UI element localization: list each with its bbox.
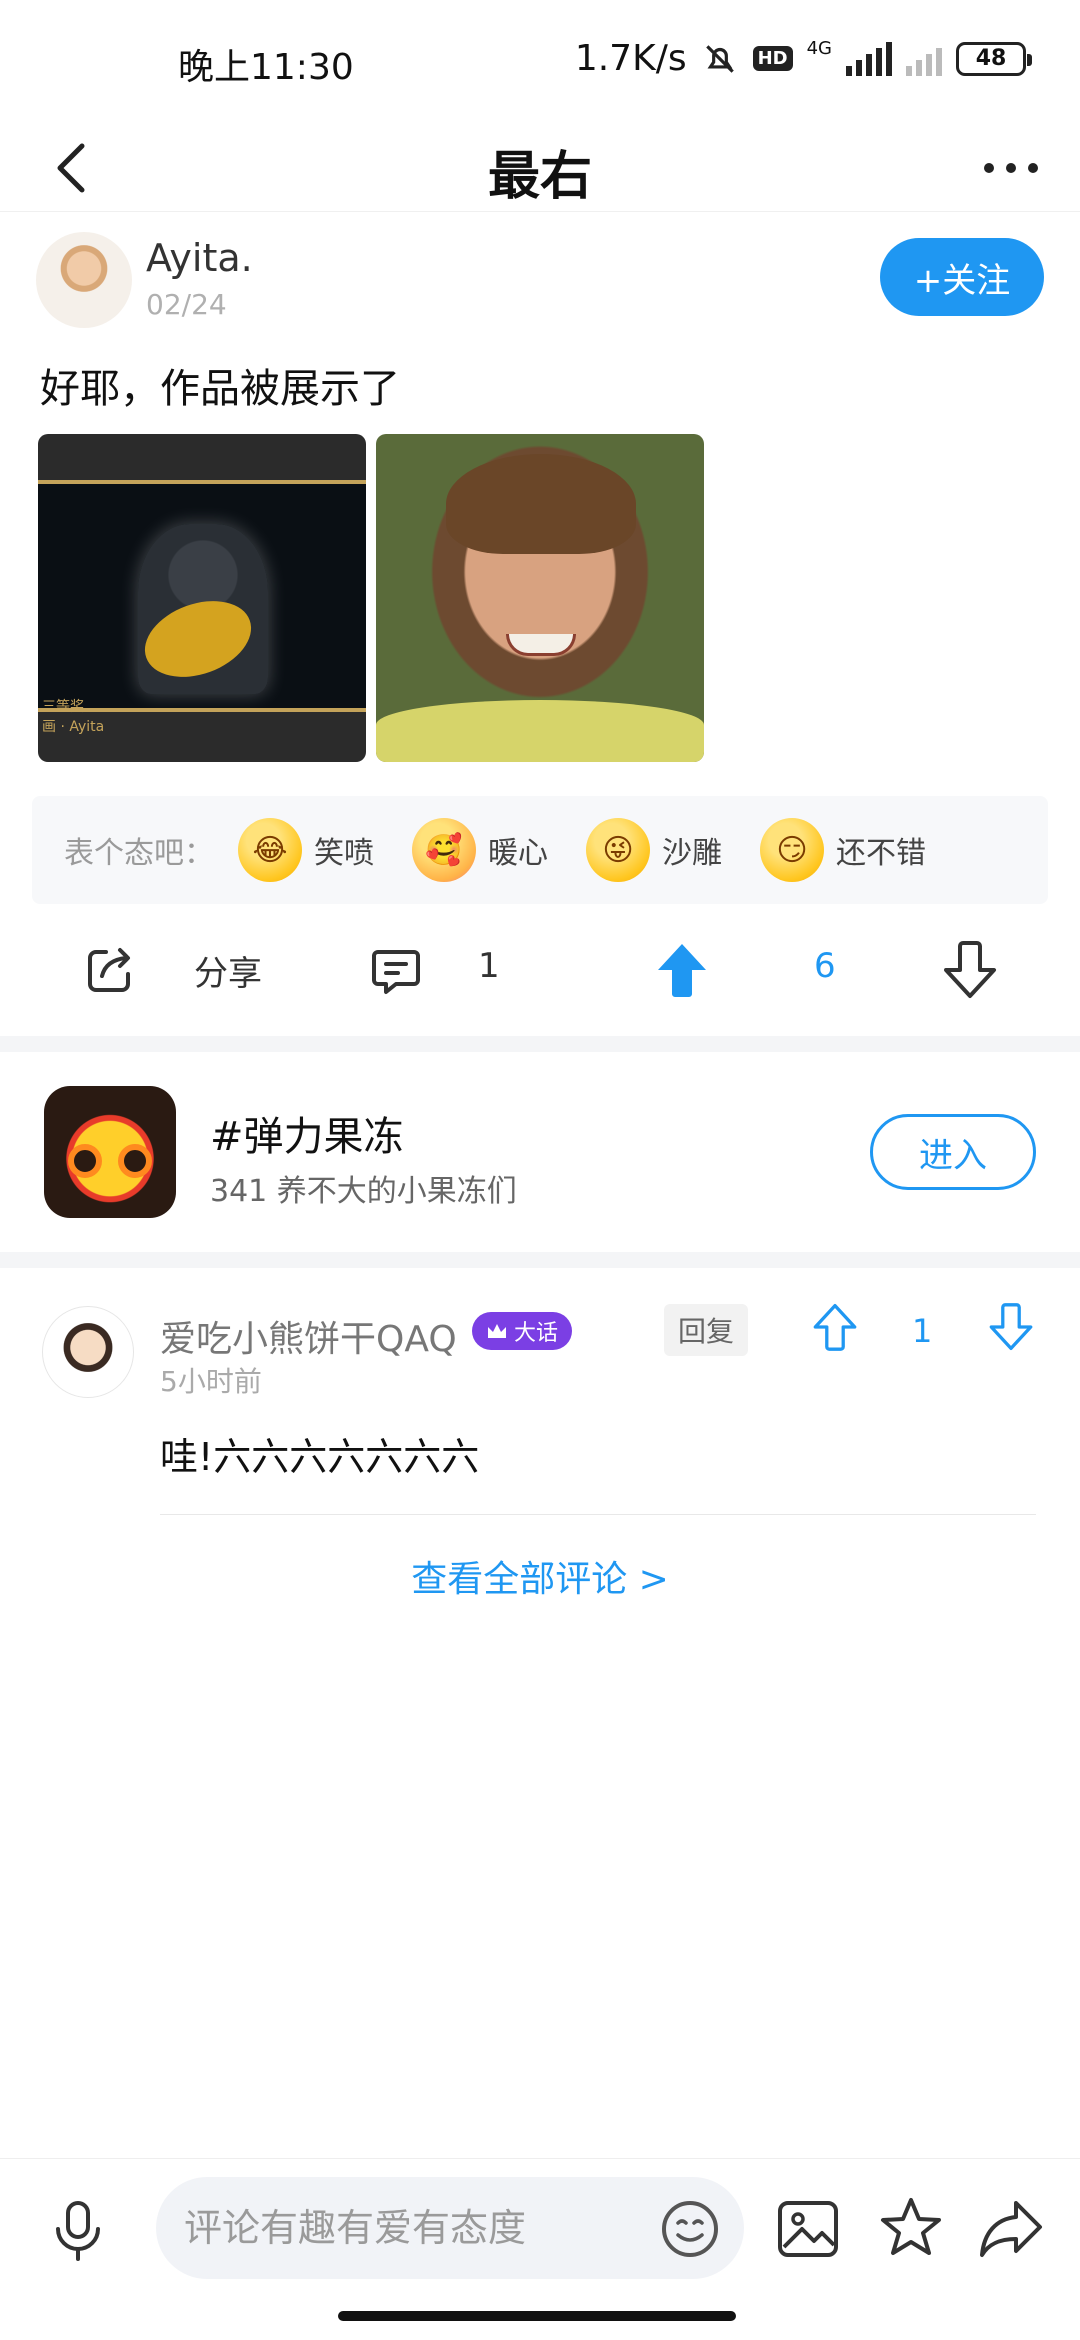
- share-icon: [88, 948, 130, 992]
- network-speed: 1.7K/s: [574, 38, 687, 79]
- reaction-prompt: 表个态吧：: [64, 836, 214, 871]
- status-bar: 晚上11:30 1.7K/s HD 4G 48: [0, 0, 1080, 120]
- like-count: 6: [814, 946, 836, 986]
- arrow-down-icon: [944, 941, 996, 998]
- status-time: 晚上11:30: [178, 47, 354, 88]
- comment-upvote-button[interactable]: [812, 1302, 858, 1352]
- post-image-1[interactable]: 三等奖 画 · Ayita: [38, 434, 366, 762]
- microphone-icon: [56, 2201, 100, 2261]
- voice-input-button[interactable]: [48, 2199, 108, 2263]
- enter-topic-button[interactable]: 进入: [870, 1114, 1036, 1190]
- comment-downvote-button[interactable]: [988, 1302, 1034, 1352]
- reaction-silly[interactable]: 😜 沙雕: [586, 818, 722, 882]
- more-options-button[interactable]: [976, 138, 1046, 198]
- photo-hair: [446, 454, 636, 554]
- back-button[interactable]: [44, 138, 104, 198]
- reaction-label: 暖心: [488, 836, 548, 871]
- hug-heart-emoji-icon: 🥰: [412, 818, 476, 882]
- laughing-tears-emoji-icon: 😂: [238, 818, 302, 882]
- topic-icon[interactable]: [44, 1086, 176, 1218]
- share-label[interactable]: 分享: [194, 946, 262, 995]
- comment-input[interactable]: [156, 2177, 744, 2279]
- comment-divider: [160, 1514, 1036, 1515]
- topic-subtitle: 341 养不大的小果冻们: [210, 1174, 517, 1209]
- arrow-up-filled-icon: [658, 944, 706, 997]
- reaction-label: 还不错: [836, 836, 926, 871]
- bottom-comment-bar: [0, 2158, 1080, 2340]
- forward-button[interactable]: [978, 2197, 1044, 2259]
- post-image-2[interactable]: [376, 434, 704, 762]
- image-icon: [778, 2201, 838, 2257]
- commenter-avatar[interactable]: [42, 1306, 134, 1398]
- arrow-up-icon: [813, 1304, 857, 1351]
- favorite-button[interactable]: [878, 2195, 944, 2261]
- comment-time: 5小时前: [160, 1365, 262, 1398]
- reaction-bar: 表个态吧： 😂 笑喷 🥰 暖心 😜 沙雕 😏 还不错: [32, 796, 1048, 904]
- view-all-comments-link[interactable]: 查看全部评论 >: [0, 1550, 1080, 1602]
- arrow-down-icon: [989, 1303, 1033, 1350]
- section-divider: [0, 1036, 1080, 1052]
- comment-button[interactable]: [368, 930, 424, 1010]
- topic-title[interactable]: #弹力果冻: [210, 1104, 404, 1162]
- crown-icon: [488, 1324, 506, 1338]
- reply-button[interactable]: 回复: [664, 1304, 748, 1356]
- topic-icon-eye: [68, 1144, 102, 1178]
- comment-icon: [372, 950, 420, 994]
- comment-text: 哇!六六六六六六六: [160, 1435, 480, 1479]
- artwork-frame: [38, 480, 366, 712]
- smirk-emoji-icon: 😏: [760, 818, 824, 882]
- signal-secondary-icon: [906, 42, 942, 76]
- emoji-button[interactable]: [660, 2199, 720, 2259]
- post-date: 02/24: [146, 288, 227, 321]
- silly-face-emoji-icon: 😜: [586, 818, 650, 882]
- comment-count: 1: [478, 946, 500, 986]
- reaction-label: 笑喷: [314, 836, 374, 871]
- vip-badge-label: 大话: [514, 1321, 559, 1346]
- signal-icon: [846, 41, 892, 76]
- photo-smile: [506, 634, 576, 656]
- downvote-button[interactable]: [942, 930, 998, 1010]
- author-name[interactable]: Ayita.: [146, 236, 253, 280]
- emoji-face-icon: [662, 2201, 718, 2257]
- image-upload-button[interactable]: [776, 2197, 840, 2261]
- status-icons: 1.7K/s HD 4G 48: [574, 38, 1032, 79]
- more-dot: [1028, 163, 1038, 173]
- forward-arrow-icon: [980, 2201, 1042, 2257]
- reaction-not-bad[interactable]: 😏 还不错: [760, 818, 926, 882]
- mute-bell-icon: [701, 40, 739, 78]
- more-dot: [1006, 163, 1016, 173]
- author-avatar[interactable]: [36, 232, 132, 328]
- section-divider: [0, 1252, 1080, 1268]
- chevron-left-icon: [57, 143, 85, 193]
- reaction-label: 沙雕: [662, 836, 722, 871]
- share-button[interactable]: [82, 930, 138, 1010]
- more-dots-icon: [984, 163, 994, 173]
- topic-icon-eye: [118, 1144, 152, 1178]
- hd-badge: HD: [752, 46, 793, 71]
- home-indicator[interactable]: [338, 2311, 736, 2321]
- comment-like-count: 1: [912, 1312, 933, 1350]
- nav-bar: 最右: [0, 120, 1080, 212]
- upvote-button[interactable]: [654, 930, 710, 1010]
- post-detail-page: 晚上11:30 1.7K/s HD 4G 48 最右 Ayita. 02/24 …: [0, 0, 1080, 2340]
- page-title: 最右: [487, 147, 592, 207]
- star-icon: [881, 2198, 941, 2255]
- photo-shirt: [376, 700, 704, 762]
- network-type: 4G: [806, 38, 832, 59]
- vip-badge: 大话: [472, 1312, 573, 1350]
- reaction-warm[interactable]: 🥰 暖心: [412, 818, 548, 882]
- reaction-laugh[interactable]: 😂 笑喷: [238, 818, 374, 882]
- follow-button[interactable]: +关注: [880, 238, 1044, 316]
- battery-icon: 48: [956, 41, 1032, 76]
- artwork-caption: 三等奖 画 · Ayita: [42, 699, 105, 735]
- post-action-bar: 分享 1 6: [0, 930, 1080, 1010]
- post-text: 好耶，作品被展示了: [40, 366, 400, 412]
- commenter-name[interactable]: 爱吃小熊饼干QAQ: [160, 1310, 457, 1362]
